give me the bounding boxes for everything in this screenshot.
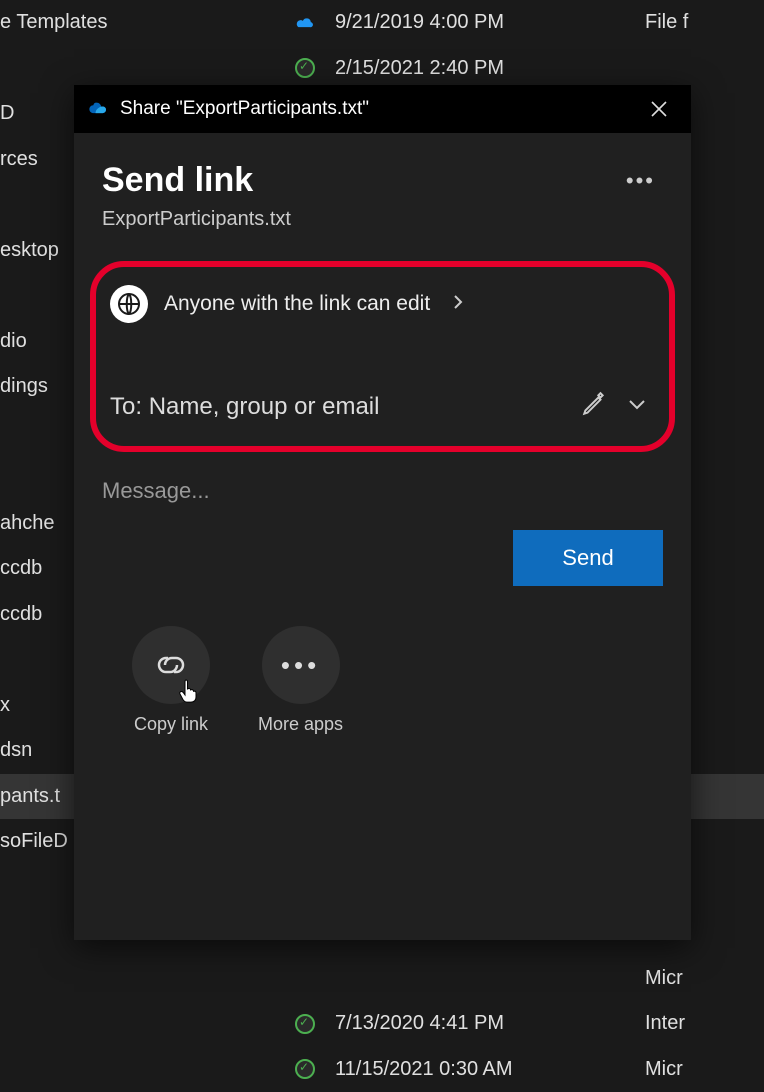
shared-filename: ExportParticipants.txt	[102, 208, 663, 231]
file-row[interactable]: 11/15/2021 0:30 AMMicr	[0, 1047, 764, 1092]
send-button[interactable]: Send	[513, 530, 663, 586]
message-area	[74, 452, 691, 512]
copy-link-label: Copy link	[134, 714, 208, 735]
link-settings-button[interactable]: Anyone with the link can edit	[110, 285, 655, 323]
close-button[interactable]	[641, 91, 677, 127]
cursor-hand-icon	[178, 678, 200, 710]
more-apps-button[interactable]: ••• More apps	[258, 626, 343, 735]
link-settings-more-button[interactable]: •••	[618, 164, 663, 198]
link-setting-text: Anyone with the link can edit	[164, 292, 430, 316]
share-dialog: Share "ExportParticipants.txt" Send link…	[74, 85, 691, 940]
file-row[interactable]: Micr	[0, 956, 764, 1002]
dialog-header: Send link ••• ExportParticipants.txt	[74, 133, 691, 243]
chevron-down-icon[interactable]	[619, 393, 655, 420]
message-input[interactable]	[102, 470, 663, 512]
more-apps-label: More apps	[258, 714, 343, 735]
copy-link-button[interactable]: Copy link	[132, 626, 210, 735]
dialog-title: Share "ExportParticipants.txt"	[120, 98, 369, 120]
send-link-heading: Send link	[102, 161, 253, 200]
link-icon	[151, 651, 191, 679]
more-dots-icon: •••	[281, 650, 320, 681]
file-row[interactable]: e Templates9/21/2019 4:00 PMFile f	[0, 0, 764, 46]
recipients-field[interactable]: To: Name, group or email	[110, 387, 655, 426]
dialog-footer: Copy link ••• More apps	[74, 626, 691, 735]
dialog-titlebar: Share "ExportParticipants.txt"	[74, 85, 691, 133]
onedrive-icon	[88, 100, 110, 119]
globe-icon	[110, 285, 148, 323]
chevron-right-icon	[452, 294, 464, 315]
annotation-highlight: Anyone with the link can edit To: Name, …	[90, 261, 675, 452]
pencil-icon[interactable]	[577, 387, 611, 426]
